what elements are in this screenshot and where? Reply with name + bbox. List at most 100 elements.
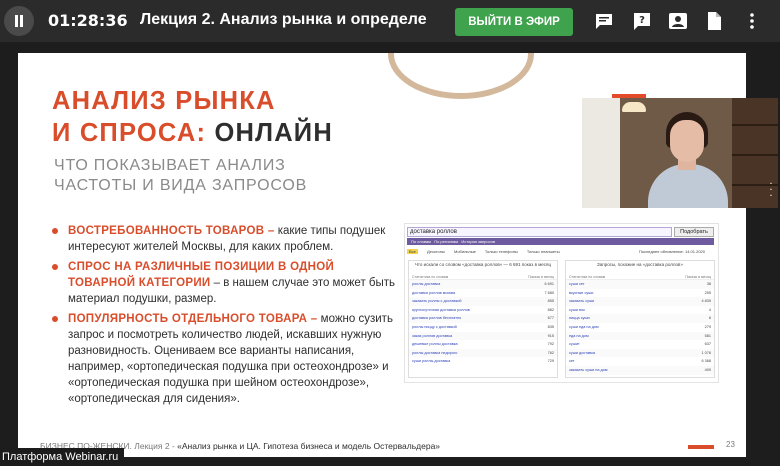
speaker-torso (648, 164, 728, 208)
row-count: 729 (547, 359, 554, 364)
table-row: вкусные суши 255 (566, 289, 714, 298)
participants-icon[interactable] (668, 12, 688, 30)
wordstat-screenshot: доставка роллов Подобрать По словам По р… (404, 223, 719, 383)
table-row: круглосуточная доставка роллов 882 (409, 306, 557, 315)
row-count: 38 (706, 282, 711, 286)
wordstat-tab: Только телефоны (484, 249, 518, 254)
row-count: 6 (708, 316, 711, 321)
row-count: 4 839 (701, 299, 711, 304)
row-count: 835 (547, 324, 554, 329)
table-row: заказать роллы с доставкой 855 (409, 297, 557, 306)
col-shows-label: Показы в месяц (685, 275, 711, 279)
row-keyword: доставка роллов бесплатно (412, 316, 462, 321)
col-stat-label: Статистика по словам (412, 275, 449, 279)
row-keyword: дешевые роллы доставка (412, 342, 458, 347)
row-keyword: суши доставка (569, 350, 595, 355)
mode-label: История запросов (461, 239, 496, 244)
table-row: сушит 637 (566, 340, 714, 349)
bullet-head: Популярность отдельного товара – (68, 313, 318, 325)
row-keyword: суши еда на дом (569, 324, 599, 329)
wordstat-search-input: доставка роллов (407, 227, 672, 237)
slide-subtitle-line1: ЧТО ПОКАЗЫВАЕТ АНАЛИЗ (54, 157, 286, 174)
row-count: 762 (547, 350, 554, 355)
pause-button[interactable] (4, 6, 34, 36)
chat-icon[interactable] (594, 12, 614, 30)
row-keyword: суши роллы доставка (412, 359, 451, 364)
wordstat-tab: Только планшеты (526, 249, 560, 254)
wordstat-find-button: Подобрать (674, 227, 714, 237)
bullet-item: Востребованность товаров – какие типы по… (50, 223, 400, 255)
table-row: роллы доставка 6 691 (409, 280, 557, 289)
speaker-video[interactable]: · · · (582, 98, 778, 208)
heading-accent: И СПРОСА: (52, 119, 207, 147)
row-keyword: заказать суши (569, 299, 595, 304)
row-count: 637 (704, 342, 711, 347)
slide-subtitle-line2: ЧАСТОТЫ И ВИДА ЗАПРОСОВ (54, 177, 308, 194)
right-rows: суши сет 38 вкусные суши 255 заказать суши 4 … (566, 280, 714, 375)
table-row: суши еда на дом 279 (566, 323, 714, 332)
row-count: 581 (704, 333, 711, 338)
col-shows-label: Показы в месяц (528, 275, 554, 279)
heading-dark: ОНЛАЙН (214, 119, 333, 147)
page-indicator-bar (688, 445, 714, 449)
table-row: роллы доставка недорого 762 (409, 348, 557, 358)
row-count: 4 (708, 307, 711, 312)
row-keyword: суши вок (569, 307, 585, 312)
table-row: заказать суши на дом 409 (566, 365, 714, 375)
row-keyword: заказать роллы с доставкой (412, 299, 462, 304)
wordstat-mode-bar: По словам По регионам История запросов (407, 238, 714, 245)
col-stat-label: Статистика по словам (569, 275, 606, 279)
right-column-title: Запросы, похожие на «доставка роллов» (597, 262, 683, 267)
row-keyword: суши сет (569, 282, 585, 286)
slide-heading-line2: И СПРОСА: ОНЛАЙН (52, 119, 333, 148)
wordstat-updated: Последнее обновление: 14.01.2020 (638, 249, 705, 254)
row-count: 7 680 (544, 290, 554, 295)
video-wall (582, 98, 620, 208)
mode-label: По регионам (434, 239, 458, 244)
row-keyword: сушит (569, 342, 580, 347)
bullet-item: Спрос на различные позиции в одной товар… (50, 259, 400, 307)
wordstat-tab: Все (407, 249, 418, 254)
row-keyword: роллы пиццу с доставкой (412, 324, 457, 329)
row-keyword: сет (569, 359, 575, 364)
table-row: заказ роллов доставка 915 (409, 331, 557, 341)
speaker-face (670, 120, 704, 162)
row-count: 677 (547, 316, 554, 321)
bullet-list: Востребованность товаров – какие типы по… (50, 223, 400, 411)
table-row: суши доставка 1 076 (566, 348, 714, 358)
go-live-button[interactable]: ВЫЙТИ В ЭФИР (455, 8, 573, 36)
bullet-text: можно сузить запрос и посмотреть количес… (68, 313, 393, 405)
row-keyword: еда на дом (569, 333, 589, 338)
svg-text:?: ? (639, 15, 645, 26)
footer-title: «Анализ рынка и ЦА. Гипотеза бизнеса и м… (177, 441, 441, 451)
table-row: суши вок 4 (566, 306, 714, 315)
broadcast-timer: 01:28:36 (48, 11, 128, 30)
bullet-head: Востребованность товаров – (68, 225, 275, 237)
wordstat-tab: Десктопы (427, 249, 445, 254)
row-count: 882 (547, 307, 554, 312)
row-count: 279 (704, 324, 711, 329)
row-keyword: роллы доставка недорого (412, 350, 458, 355)
row-count: 792 (547, 342, 554, 347)
row-count: 1 076 (701, 350, 711, 355)
table-row: еда на дом 581 (566, 331, 714, 341)
table-row: доставка роллов москва 7 680 (409, 289, 557, 298)
table-row: доставка роллов бесплатно 677 (409, 314, 557, 323)
question-icon[interactable]: ? (632, 12, 652, 30)
row-keyword: вкусные суши (569, 290, 594, 295)
presentation-stage: АНАЛИЗ РЫНКА И СПРОСА: ОНЛАЙН ЧТО ПОКАЗЫ… (0, 42, 780, 466)
table-row: пицца суши 6 (566, 314, 714, 323)
table-row: дешевые роллы доставка 792 (409, 340, 557, 349)
top-toolbar: 01:28:36 Лекция 2. Анализ рынка и опреде… (0, 0, 780, 42)
slide-heading-line1: АНАЛИЗ РЫНКА (52, 87, 276, 115)
row-keyword: круглосуточная доставка роллов (412, 307, 470, 312)
row-keyword: заказать суши на дом (569, 367, 608, 372)
table-row: роллы пиццу с доставкой 835 (409, 323, 557, 332)
mode-label: По словам (411, 239, 431, 244)
row-keyword: пицца суши (569, 316, 590, 321)
more-vert-icon[interactable] (742, 12, 762, 30)
document-icon[interactable] (704, 12, 724, 30)
row-keyword: заказ роллов доставка (412, 333, 453, 338)
row-count: 6 691 (544, 282, 554, 286)
video-menu-icon[interactable]: · · · (768, 180, 774, 202)
